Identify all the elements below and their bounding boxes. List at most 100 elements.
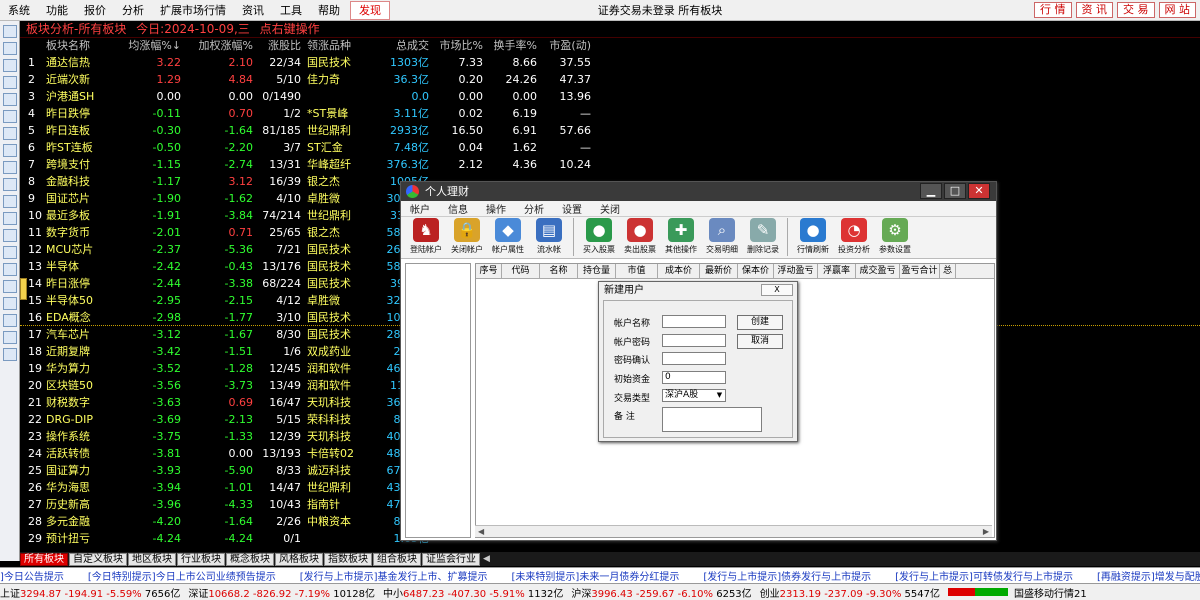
menu-item-0[interactable]: 系统 [0,0,38,21]
scroll-right-icon[interactable]: ▶ [983,527,989,536]
cancel-button[interactable]: 取消 [737,334,783,349]
news-item[interactable]: [未来特别提示]未来一月债券分红提示 [512,568,680,583]
table-row[interactable]: 6 昨ST连板 -0.50 -2.20 3/7 ST汇金 7.48亿 0.04 1.62 — [20,139,1200,156]
table-row[interactable]: 5 昨日连板 -0.30 -1.64 81/185 世纪鼎利 2933亿 16.50 6.91 5… [20,122,1200,139]
window-menu-item-0[interactable]: 帐户 [401,201,439,216]
grid-column-6[interactable]: 最新价 [700,264,738,278]
note-textarea[interactable] [662,407,762,432]
maximize-icon[interactable]: □ [944,183,966,199]
index-status-0[interactable]: 上证3294.87 -194.91 -5.59% 7656亿 [0,585,180,600]
tab-scroll-icon[interactable]: ◀ [483,554,490,564]
grid-icon[interactable] [3,76,17,89]
field-input-1[interactable] [662,334,726,347]
link-icon[interactable] [3,348,17,361]
settings-icon[interactable] [3,280,17,293]
window-menu-item-2[interactable]: 操作 [477,201,515,216]
chart-icon[interactable] [3,93,17,106]
grid-column-4[interactable]: 市值 [616,264,658,278]
news-item[interactable]: [发行与上市提示]可转债发行与上市提示 [895,568,1073,583]
menu-item-6[interactable]: 工具 [272,0,310,21]
f10-icon[interactable] [3,178,17,191]
tool-button-2[interactable]: ◆ 帐户属性 [489,217,527,257]
tool-button-5[interactable]: ● 卖出股票 [621,217,659,257]
globe-icon[interactable] [3,246,17,259]
column-header-3[interactable]: 加权涨幅% [181,38,253,54]
window-menu-item-3[interactable]: 分析 [515,201,553,216]
table-row[interactable]: 1 通达信热 3.22 2.10 22/34 国民技术 1303亿 7.33 8.66 37.55 [20,54,1200,71]
tab-5[interactable]: 风格板块 [275,552,323,566]
top-right-button-0[interactable]: 行 情 [1034,2,1072,18]
tab-4[interactable]: 概念板块 [226,552,274,566]
grid-column-3[interactable]: 持仓量 [578,264,616,278]
news-item[interactable]: ]今日公告提示 [0,568,64,583]
window-titlebar[interactable]: 个人理财 ▁ □ ✕ [401,182,996,201]
tool-button-4[interactable]: ● 买入股票 [580,217,618,257]
horizontal-scrollbar[interactable]: ◀ ▶ [475,525,992,537]
table-row[interactable]: 7 跨境支付 -1.15 -2.74 13/31 华峰超纤 376.3亿 2.12 4.36 10… [20,156,1200,173]
grid-column-7[interactable]: 保本价 [738,264,774,278]
tool-button-10[interactable]: ◔ 投资分析 [835,217,873,257]
table-row[interactable]: 4 昨日跌停 -0.11 0.70 1/2 *ST景峰 3.11亿 0.02 6.19 — [20,105,1200,122]
news-item[interactable]: [再融资提示]增发与配股提示 [1097,568,1200,583]
index-status-2[interactable]: 中小6487.23 -407.30 -5.91% 1132亿 [383,585,563,600]
window-menu-item-1[interactable]: 信息 [439,201,477,216]
field-input-0[interactable] [662,315,726,328]
grid-column-2[interactable]: 名称 [540,264,578,278]
tab-0[interactable]: 所有板块 [20,552,68,566]
top-right-button-3[interactable]: 网 站 [1158,2,1196,18]
grid-column-1[interactable]: 代码 [502,264,540,278]
candle-icon[interactable] [3,127,17,140]
down-icon[interactable] [3,59,17,72]
grid-column-9[interactable]: 浮赢率 [818,264,856,278]
option-icon[interactable] [3,263,17,276]
list-icon[interactable] [3,161,17,174]
news-item[interactable]: [发行与上市提示]基金发行上市、扩募提示 [300,568,488,583]
index-status-4[interactable]: 创业2313.19 -237.09 -9.30% 5547亿 [760,585,940,600]
news-item[interactable]: [今日特别提示]今日上市公司业绩预告提示 [88,568,276,583]
window-menu-item-5[interactable]: 关闭 [591,201,629,216]
grid-column-8[interactable]: 浮动盈亏 [774,264,818,278]
column-header-8[interactable]: 换手率% [483,38,537,54]
menu-item-discover[interactable]: 发现 [350,0,390,20]
tool-button-6[interactable]: ✚ 其他操作 [662,217,700,257]
tool-button-11[interactable]: ⚙ 参数设置 [876,217,914,257]
info-icon[interactable] [3,297,17,310]
field-input-3[interactable]: 0 [662,371,726,384]
account-tree[interactable] [405,263,471,538]
chevron-down-icon[interactable]: ▼ [715,391,724,400]
table-icon[interactable] [3,144,17,157]
doc-icon[interactable] [3,195,17,208]
table-row[interactable]: 3 沪港通SH 0.00 0.00 0/1490 0.0 0.00 0.00 13.96 [20,88,1200,105]
dialog-close-button[interactable]: X [761,284,793,296]
create-button[interactable]: 创建 [737,315,783,330]
news-icon[interactable] [3,212,17,225]
column-header-7[interactable]: 市场比% [429,38,483,54]
grid-column-5[interactable]: 成本价 [658,264,700,278]
grid-column-0[interactable]: 序号 [476,264,502,278]
tab-1[interactable]: 自定义板块 [69,552,127,566]
trade-type-select[interactable]: 深沪A股 ▼ [662,389,726,402]
tool-button-0[interactable]: ♞ 登陆帐户 [407,217,445,257]
column-header-9[interactable]: 市盈(动) [537,38,591,54]
tab-7[interactable]: 组合板块 [373,552,421,566]
tab-2[interactable]: 地区板块 [128,552,176,566]
close-icon[interactable]: ✕ [968,183,990,199]
bar-icon[interactable] [3,110,17,123]
menu-item-5[interactable]: 资讯 [234,0,272,21]
back-icon[interactable] [3,25,17,38]
menu-item-3[interactable]: 分析 [114,0,152,21]
top-right-button-2[interactable]: 交 易 [1117,2,1155,18]
table-row[interactable]: 2 近端次新 1.29 4.84 5/10 佳力奇 36.3亿 0.20 24.26 47.37 [20,71,1200,88]
tab-8[interactable]: 证监会行业 [422,552,480,566]
tool-icon[interactable] [3,331,17,344]
minimize-icon[interactable]: ▁ [920,183,942,199]
menu-item-4[interactable]: 扩展市场行情 [152,0,234,21]
tab-3[interactable]: 行业板块 [177,552,225,566]
index-status-1[interactable]: 深证10668.2 -826.92 -7.19% 10128亿 [188,585,375,600]
grid-column-11[interactable]: 盈亏合计 [900,264,940,278]
column-header-5[interactable]: 领涨品种 [301,38,371,54]
column-header-2[interactable]: 均涨幅%↓ [121,38,181,54]
tool-button-7[interactable]: ⌕ 交易明细 [703,217,741,257]
top-right-button-1[interactable]: 资 讯 [1075,2,1113,18]
tool-button-1[interactable]: 🔒 关闭帐户 [448,217,486,257]
